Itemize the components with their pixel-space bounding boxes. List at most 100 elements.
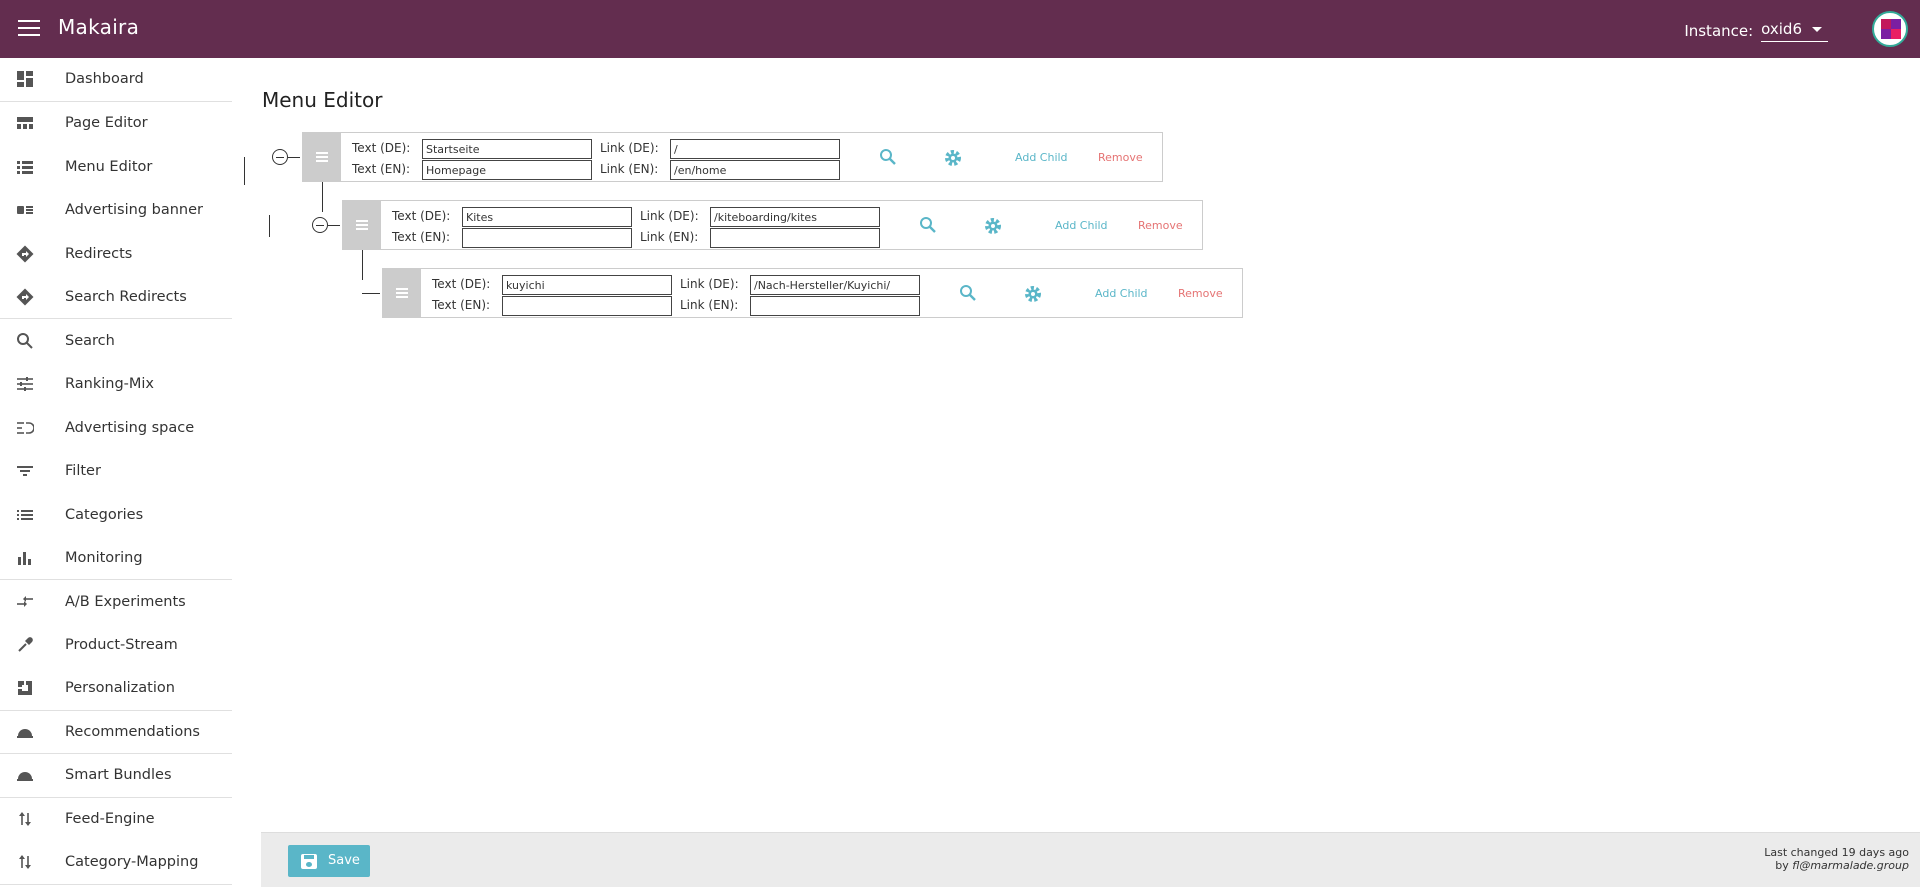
save-button[interactable]: Save [288,845,370,877]
link-de-label: Link (DE): [640,209,699,223]
search-icon[interactable] [879,148,899,168]
sidebar-item-page-editor[interactable]: Page Editor [0,102,232,146]
tree-connector [328,225,340,226]
sidebar-item-recommendations[interactable]: Recommendations [0,711,232,754]
sidebar-item-product-stream[interactable]: Product-Stream [0,624,232,668]
sidebar-item-label: Advertising space [65,419,195,436]
instance-dropdown[interactable]: oxid6 [1761,20,1828,42]
link-en-label: Link (EN): [600,162,659,176]
sidebar-item-feed-engine[interactable]: Feed-Engine [0,798,232,842]
sidebar-item-search-redirects[interactable]: Search Redirects [0,276,232,319]
link-de-input[interactable] [750,275,920,295]
gear-icon[interactable] [1023,284,1043,304]
text-en-input[interactable] [422,160,592,180]
add-child-button[interactable]: Add Child [1015,151,1068,164]
instance-value: oxid6 [1761,20,1802,38]
app-brand: Makaira [58,15,140,39]
gear-icon[interactable] [983,216,1003,236]
link-de-input[interactable] [710,207,880,227]
sidebar-item-ab-experiments[interactable]: A/B Experiments [0,580,232,624]
sidebar-item-label: Page Editor [65,115,148,132]
sidebar-item-label: Filter [65,463,101,480]
last-changed-info: Last changed 19 days ago by fl@marmalade… [1764,846,1909,872]
sidebar-item-redirects[interactable]: Redirects [0,232,232,276]
sidebar-item-advertising-space[interactable]: Advertising space [0,406,232,450]
drag-handle[interactable] [383,269,421,317]
link-en-input[interactable] [750,296,920,316]
link-de-input[interactable] [670,139,840,159]
last-changed-text: Last changed 19 days ago [1764,846,1909,859]
sidebar-item-filter[interactable]: Filter [0,450,232,494]
remove-button[interactable]: Remove [1178,287,1223,300]
cloche-icon [15,722,35,742]
sidebar-item-advertising-banner[interactable]: Advertising banner [0,189,232,233]
add-child-button[interactable]: Add Child [1055,219,1108,232]
text-de-label: Text (DE): [352,141,411,155]
sidebar-item-dashboard[interactable]: Dashboard [0,58,232,102]
sidebar-item-label: Dashboard [65,71,144,88]
list-icon [15,157,35,177]
banner-icon [15,200,35,220]
sidebar-item-label: Search Redirects [65,288,187,305]
sidebar-item-label: Recommendations [65,723,200,740]
search-icon[interactable] [959,284,979,304]
tree-connector [244,157,245,185]
sidebar-item-label: Menu Editor [65,158,153,175]
text-en-input[interactable] [462,228,632,248]
instance-label: Instance: [1684,22,1754,40]
top-bar: Makaira Instance: oxid6 [0,0,1920,58]
sidebar-item-search[interactable]: Search [0,319,232,363]
sidebar-item-label: Personalization [65,680,175,697]
sidebar-item-smart-bundles[interactable]: Smart Bundles [0,754,232,798]
sidebar-item-categories[interactable]: Categories [0,493,232,537]
link-en-input[interactable] [670,160,840,180]
tune-icon [15,374,35,394]
sidebar-item-menu-editor[interactable]: Menu Editor [0,145,232,189]
search-icon[interactable] [919,216,939,236]
remove-button[interactable]: Remove [1098,151,1143,164]
text-de-input[interactable] [422,139,592,159]
text-de-label: Text (DE): [432,277,491,291]
swap-vertical-icon [15,809,35,829]
collapse-toggle[interactable] [272,149,288,165]
search-icon [15,331,35,351]
sidebar-item-monitoring[interactable]: Monitoring [0,537,232,580]
save-icon [301,854,317,869]
link-de-label: Link (DE): [600,141,659,155]
filter-icon [15,461,35,481]
collapse-toggle[interactable] [312,217,328,233]
text-en-label: Text (EN): [392,230,451,244]
avatar[interactable] [1872,11,1908,47]
text-de-input[interactable] [462,207,632,227]
add-child-button[interactable]: Add Child [1095,287,1148,300]
sidebar-item-label: Feed-Engine [65,811,155,828]
link-de-label: Link (DE): [680,277,739,291]
by-prefix: by [1775,859,1789,872]
sidebar-item-label: Monitoring [65,549,143,566]
bar-chart-icon [15,548,35,568]
compare-arrows-icon [15,592,35,612]
menu-icon[interactable] [18,20,40,38]
save-label: Save [328,853,360,868]
remove-button[interactable]: Remove [1138,219,1183,232]
text-en-input[interactable] [502,296,672,316]
directions-icon [15,287,35,307]
sidebar-item-label: Search [65,332,115,349]
tree-connector [362,293,380,294]
caret-down-icon [1812,27,1822,32]
page-editor-icon [15,113,35,133]
page-title: Menu Editor [262,88,383,112]
advertising-space-icon [15,418,35,438]
menu-node: Text (DE): Text (EN): Link (DE): Link (E… [342,200,1203,250]
gear-icon[interactable] [943,148,963,168]
drag-handle[interactable] [343,201,381,249]
footer-bar: Save Last changed 19 days ago by fl@marm… [261,832,1920,887]
sidebar-item-category-mapping[interactable]: Category-Mapping [0,841,232,885]
sidebar-item-personalization[interactable]: Personalization [0,667,232,711]
sidebar-item-label: Category-Mapping [65,854,199,871]
sidebar-item-ranking-mix[interactable]: Ranking-Mix [0,363,232,407]
link-en-input[interactable] [710,228,880,248]
text-de-input[interactable] [502,275,672,295]
drag-handle[interactable] [303,133,341,181]
swap-vertical-icon [15,852,35,872]
